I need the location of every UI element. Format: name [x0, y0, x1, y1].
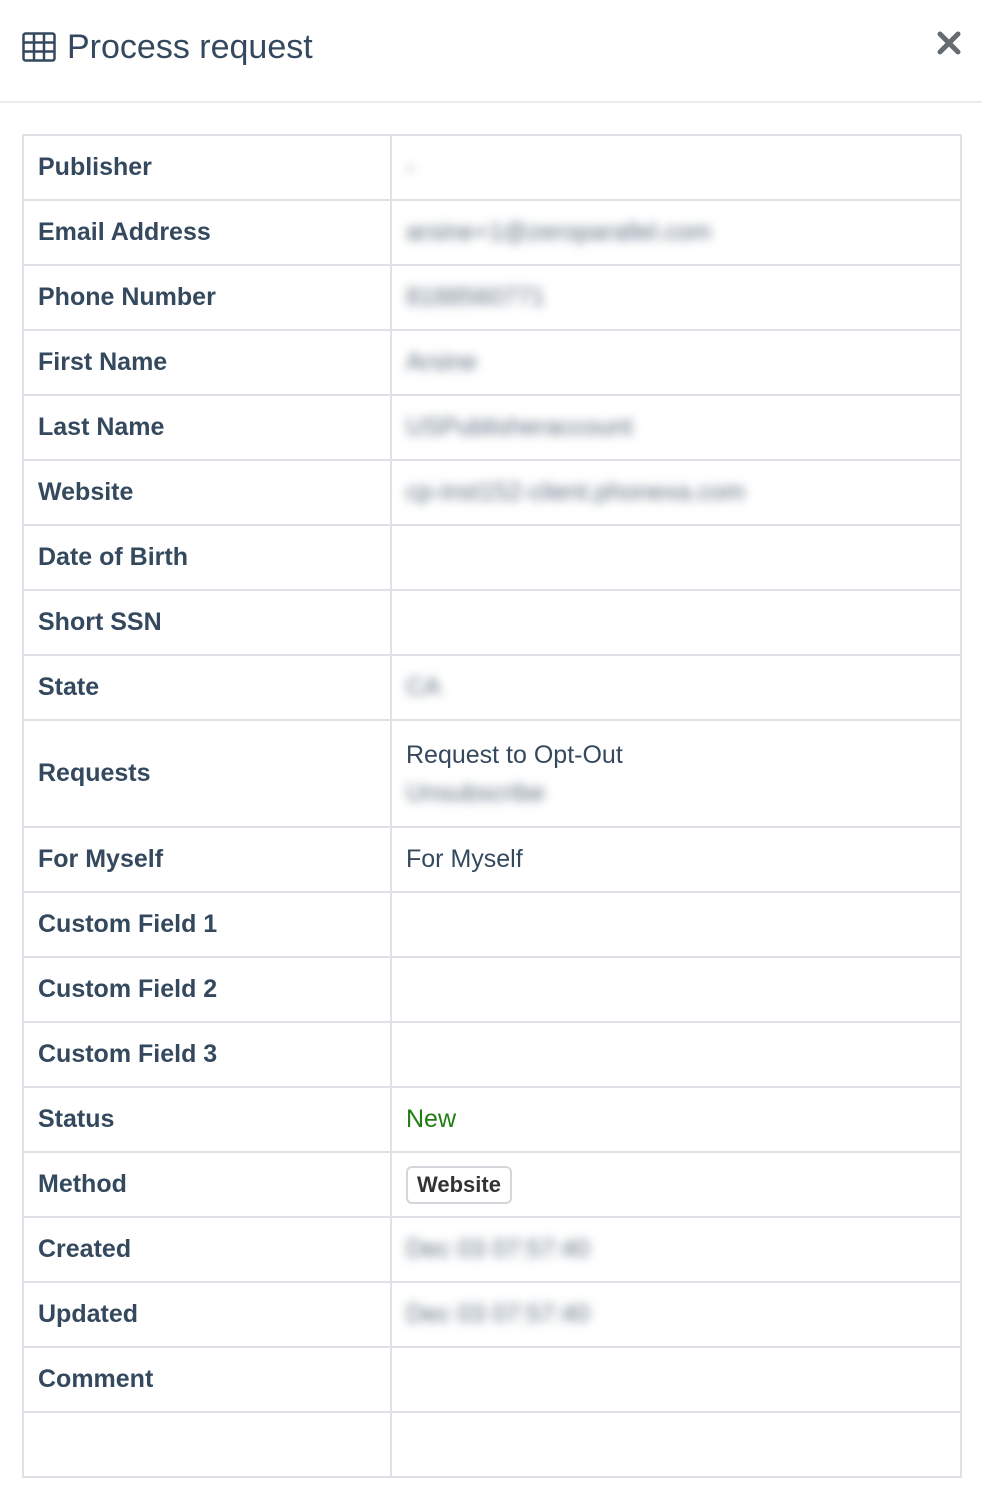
row-value [390, 589, 962, 656]
row-label: Website [22, 459, 392, 526]
row-website: Website cp-inst152-client.phonexa.com [22, 459, 962, 526]
details-table: Publisher - Email Address arsine+1@zerop… [22, 134, 962, 1478]
row-label: Created [22, 1216, 392, 1283]
row-label: Custom Field 1 [22, 891, 392, 958]
row-value: Dec 03 07:57:40 [390, 1216, 962, 1283]
row-value [390, 1021, 962, 1088]
row-state: State CA [22, 654, 962, 721]
table-icon [22, 32, 56, 62]
row-value: Website [390, 1151, 962, 1218]
row-method: Method Website [22, 1151, 962, 1218]
row-label [22, 1411, 392, 1478]
row-dob: Date of Birth [22, 524, 962, 591]
row-label: Email Address [22, 199, 392, 266]
website-value: cp-inst152-client.phonexa.com [406, 478, 746, 506]
modal-title: Process request [67, 28, 313, 66]
row-value: New [390, 1086, 962, 1153]
row-label: Comment [22, 1346, 392, 1413]
row-custom-field-2: Custom Field 2 [22, 956, 962, 1023]
row-label: For Myself [22, 826, 392, 893]
row-label: Phone Number [22, 264, 392, 331]
state-value: CA [406, 673, 441, 701]
row-ssn: Short SSN [22, 589, 962, 656]
row-label: First Name [22, 329, 392, 396]
last-name-value: USPublisheraccount [406, 413, 633, 441]
row-label: Date of Birth [22, 524, 392, 591]
row-label: Method [22, 1151, 392, 1218]
email-value: arsine+1@zeroparallel.com [406, 218, 712, 246]
close-icon [934, 31, 964, 61]
method-badge: Website [406, 1165, 512, 1204]
row-value [390, 1346, 962, 1413]
publisher-value: - [406, 153, 415, 181]
row-value: arsine+1@zeroparallel.com [390, 199, 962, 266]
row-email: Email Address arsine+1@zeroparallel.com [22, 199, 962, 266]
row-value: For Myself [390, 826, 962, 893]
row-value: Arsine [390, 329, 962, 396]
phone-value: 8188560771 [406, 283, 546, 311]
row-value: Dec 03 07:57:40 [390, 1281, 962, 1348]
row-label: Custom Field 2 [22, 956, 392, 1023]
row-value [390, 524, 962, 591]
row-label: State [22, 654, 392, 721]
row-requests: Requests Request to Opt-Out Unsubscribe [22, 719, 962, 828]
row-value [390, 1411, 962, 1478]
row-value: USPublisheraccount [390, 394, 962, 461]
row-custom-field-1: Custom Field 1 [22, 891, 962, 958]
first-name-value: Arsine [406, 348, 477, 376]
created-value: Dec 03 07:57:40 [406, 1235, 590, 1263]
row-label: Short SSN [22, 589, 392, 656]
row-last-name: Last Name USPublisheraccount [22, 394, 962, 461]
status-value: New [406, 1105, 457, 1133]
row-phone: Phone Number 8188560771 [22, 264, 962, 331]
row-comment: Comment [22, 1346, 962, 1413]
close-button[interactable] [934, 28, 964, 58]
row-label: Last Name [22, 394, 392, 461]
row-first-name: First Name Arsine [22, 329, 962, 396]
row-updated: Updated Dec 03 07:57:40 [22, 1281, 962, 1348]
row-value: CA [390, 654, 962, 721]
details-table-wrapper: Publisher - Email Address arsine+1@zerop… [22, 134, 962, 1478]
row-value [390, 891, 962, 958]
row-value [390, 956, 962, 1023]
row-label: Status [22, 1086, 392, 1153]
row-created: Created Dec 03 07:57:40 [22, 1216, 962, 1283]
row-custom-field-3: Custom Field 3 [22, 1021, 962, 1088]
row-label: Updated [22, 1281, 392, 1348]
row-label: Requests [22, 719, 392, 828]
row-status: Status New [22, 1086, 962, 1153]
row-label: Publisher [22, 134, 392, 201]
updated-value: Dec 03 07:57:40 [406, 1300, 590, 1328]
request-secondary: Unsubscribe [406, 778, 545, 807]
request-primary: Request to Opt-Out [406, 740, 623, 769]
row-value: Request to Opt-Out Unsubscribe [390, 719, 962, 828]
row-value: cp-inst152-client.phonexa.com [390, 459, 962, 526]
row-for-myself: For Myself For Myself [22, 826, 962, 893]
row-next [22, 1411, 962, 1478]
row-publisher: Publisher - [22, 134, 962, 201]
row-label: Custom Field 3 [22, 1021, 392, 1088]
row-value: 8188560771 [390, 264, 962, 331]
modal-header: Process request [0, 0, 982, 103]
row-value: - [390, 134, 962, 201]
